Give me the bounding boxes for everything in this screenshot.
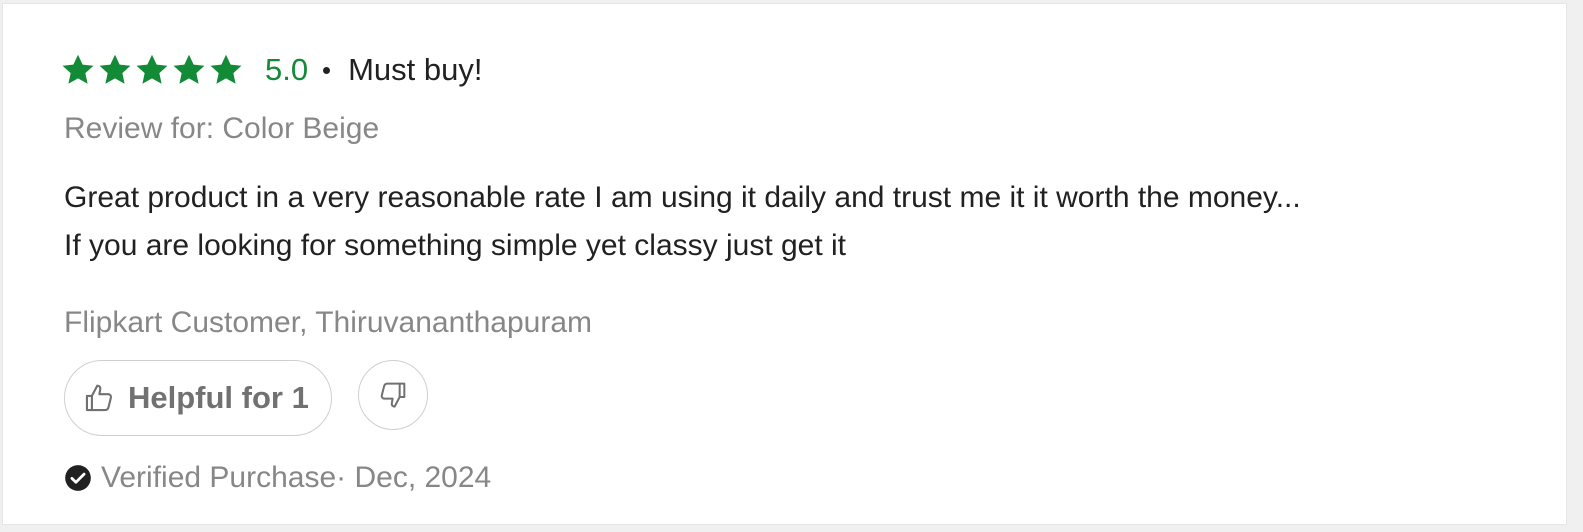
star-icon xyxy=(171,52,207,88)
helpful-button[interactable]: Helpful for 1 xyxy=(64,360,332,436)
review-body: Great product in a very reasonable rate … xyxy=(64,174,1534,270)
separator-dot xyxy=(323,66,331,74)
dislike-button[interactable] xyxy=(358,360,428,430)
verified-purchase: Verified Purchase · Dec, 2024 xyxy=(64,458,491,498)
star-icon xyxy=(134,52,170,88)
review-author: Flipkart Customer, Thiruvananthapuram xyxy=(64,306,593,339)
review-body-line: If you are looking for something simple … xyxy=(64,229,847,262)
rating-value: 5.0 xyxy=(265,52,309,87)
review-card: 5.0 Must buy! Review for: Color Beige Gr… xyxy=(2,3,1567,525)
helpful-label: Helpful for 1 xyxy=(128,380,309,415)
review-headline: Must buy! xyxy=(348,52,483,87)
star-icon xyxy=(208,52,244,88)
star-rating xyxy=(60,52,244,88)
thumbs-down-icon xyxy=(377,379,409,411)
review-variant: Review for: Color Beige xyxy=(64,112,380,145)
rating-row: 5.0 Must buy! xyxy=(60,48,483,92)
verified-label: Verified Purchase xyxy=(101,461,337,494)
review-date: · Dec, 2024 xyxy=(336,461,492,494)
thumbs-up-icon xyxy=(82,381,116,415)
star-icon xyxy=(97,52,133,88)
check-circle-icon xyxy=(64,464,92,492)
star-icon xyxy=(60,52,96,88)
review-body-line: Great product in a very reasonable rate … xyxy=(64,181,1301,214)
